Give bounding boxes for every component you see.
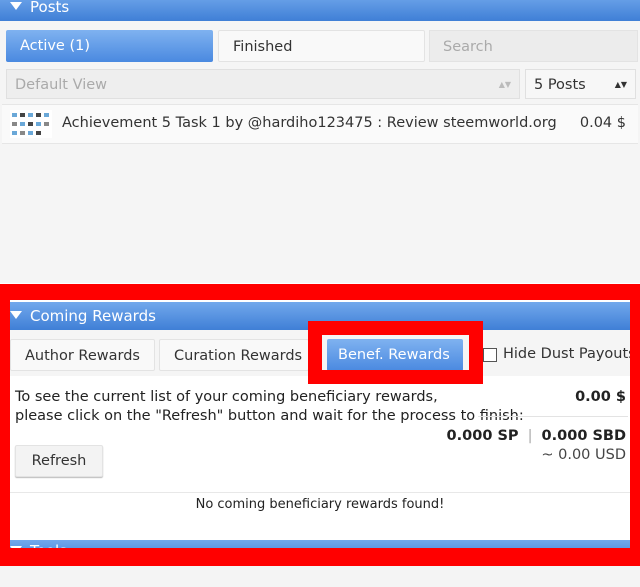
tools-header[interactable]: Tools [0, 540, 640, 562]
coming-rewards-header-title: Coming Rewards [30, 307, 156, 325]
view-select[interactable]: Default View ▲▼ [6, 69, 520, 99]
tab-benef-rewards[interactable]: Benef. Rewards [327, 339, 463, 371]
tab-active[interactable]: Active (1) [6, 30, 213, 62]
sbd-value: 0.000 SBD [541, 428, 626, 444]
select-caret-icon: ▲▼ [498, 80, 511, 89]
search-input[interactable]: Search [443, 31, 493, 63]
empty-message: No coming beneficiary rewards found! [195, 497, 445, 512]
total-usd: 0.00 $ [575, 389, 626, 405]
posts-header-title: Posts [30, 0, 70, 16]
view-select-value: Default View [15, 77, 107, 93]
divider [10, 492, 630, 493]
tab-curation-rewards[interactable]: Curation Rewards [159, 339, 309, 371]
hide-dust-label[interactable]: Hide Dust Payouts [503, 346, 636, 362]
collapse-triangle-icon [10, 311, 22, 319]
collapse-triangle-icon [10, 2, 22, 10]
value-separator: | [527, 428, 533, 444]
post-count-select-value: 5 Posts [534, 77, 586, 93]
hide-dust-checkbox[interactable] [483, 348, 497, 362]
divider [478, 416, 628, 417]
post-value: 0.04 $ [579, 115, 626, 131]
approx-usd: ~ 0.00 USD [541, 447, 626, 463]
sp-value: 0.000 SP [446, 428, 519, 444]
info-line-2: please click on the "Refresh" button and… [15, 408, 524, 424]
collapse-triangle-icon [10, 546, 22, 554]
refresh-button[interactable]: Refresh [15, 445, 103, 477]
post-thumbnail [10, 110, 52, 138]
post-count-select[interactable]: 5 Posts ▲▼ [525, 69, 636, 99]
tab-author-rewards[interactable]: Author Rewards [10, 339, 155, 371]
posts-header[interactable]: Posts [0, 0, 640, 21]
search-input-box[interactable]: Search [429, 30, 638, 62]
post-row[interactable]: Achievement 5 Task 1 by @hardiho123475 :… [2, 104, 638, 144]
tools-header-title: Tools [30, 542, 67, 560]
sp-sbd-line: 0.000 SP | 0.000 SBD [447, 428, 626, 444]
info-line-1: To see the current list of your coming b… [15, 389, 438, 405]
tab-finished[interactable]: Finished [218, 30, 425, 62]
bottom-strip [0, 566, 640, 587]
post-title[interactable]: Achievement 5 Task 1 by @hardiho123475 :… [62, 115, 557, 131]
select-caret-icon: ▲▼ [614, 80, 627, 89]
coming-rewards-header[interactable]: Coming Rewards [0, 302, 640, 330]
